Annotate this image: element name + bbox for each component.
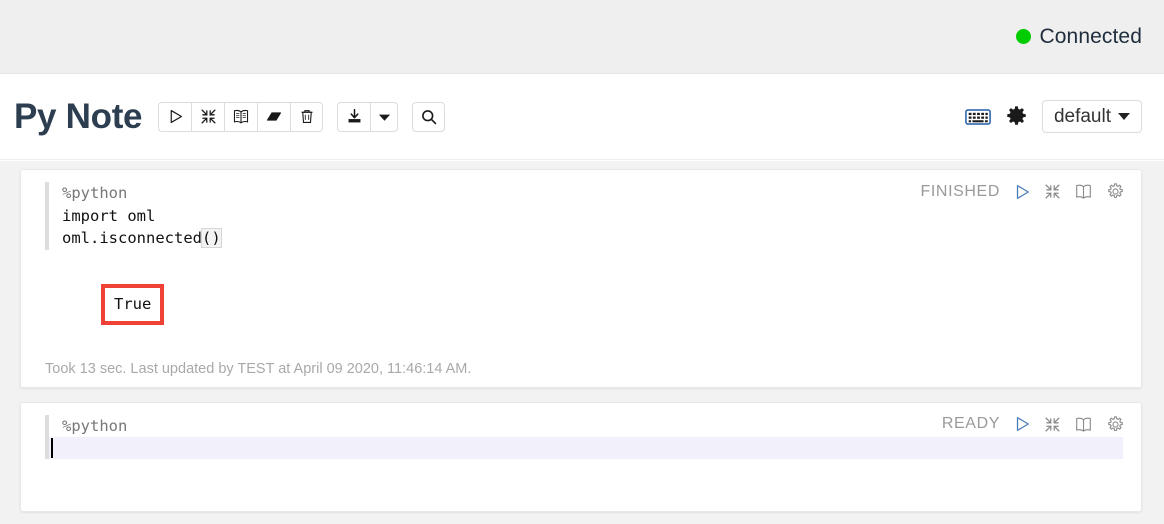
paragraph-1-editor[interactable]: %python import oml oml.isconnected() [45,182,1123,250]
caret-down-icon [378,112,391,122]
chevron-down-icon [1118,113,1130,120]
code-line: import oml [62,206,156,225]
interpreter-binding-button[interactable]: default [1041,100,1142,133]
delete-note-button[interactable] [290,101,324,132]
note-title: Py Note [14,96,143,136]
note-header-toolbar: Py Note default [0,74,1164,160]
code-line: oml.isconnected() [62,227,1123,250]
note-action-button-group [158,101,324,132]
run-all-paragraphs-button[interactable] [158,101,192,132]
connection-status: Connected [1015,24,1142,49]
keyboard-icon[interactable] [965,108,991,126]
matching-paren-highlight: () [201,228,222,248]
play-icon [167,108,184,125]
paragraph-2[interactable]: READY %python [20,401,1142,512]
top-status-bar: Connected [0,0,1164,74]
clear-all-output-button[interactable] [257,101,291,132]
paragraph-2-footer-space [39,459,1123,501]
gear-icon[interactable] [1005,105,1028,128]
paragraph-1-footer: Took 13 sec. Last updated by TEST at Apr… [45,360,472,377]
toggle-all-output-button[interactable] [191,101,225,132]
connection-status-label: Connected [1039,24,1142,48]
output-highlight-box: True [101,283,165,325]
search-icon [420,108,438,126]
collapse-icon [200,108,217,125]
eraser-icon [265,108,283,125]
paragraph-1-output: True [45,264,1123,345]
active-code-line[interactable] [49,437,1123,459]
export-note-button[interactable] [337,101,371,132]
book-icon [232,108,250,125]
export-button-group [337,101,399,132]
code-line-text: oml.isconnected [62,229,202,247]
paragraph-2-editor[interactable]: %python [45,414,1123,459]
trash-icon [299,108,315,125]
search-button-group [412,101,446,132]
interpreter-label: default [1053,105,1111,127]
code-line: %python [62,416,128,435]
download-icon [346,108,363,125]
search-code-button[interactable] [412,101,446,132]
paragraph-1[interactable]: FINISHED %python import oml oml.isconnec… [20,169,1142,388]
connection-status-dot [1015,29,1031,44]
toggle-all-editors-button[interactable] [224,101,258,132]
export-dropdown-button[interactable] [370,101,399,132]
header-right-controls: default [965,100,1142,133]
code-line: %python [62,184,128,202]
notebook-body: FINISHED %python import oml oml.isconnec… [0,161,1164,524]
text-cursor [51,438,53,458]
